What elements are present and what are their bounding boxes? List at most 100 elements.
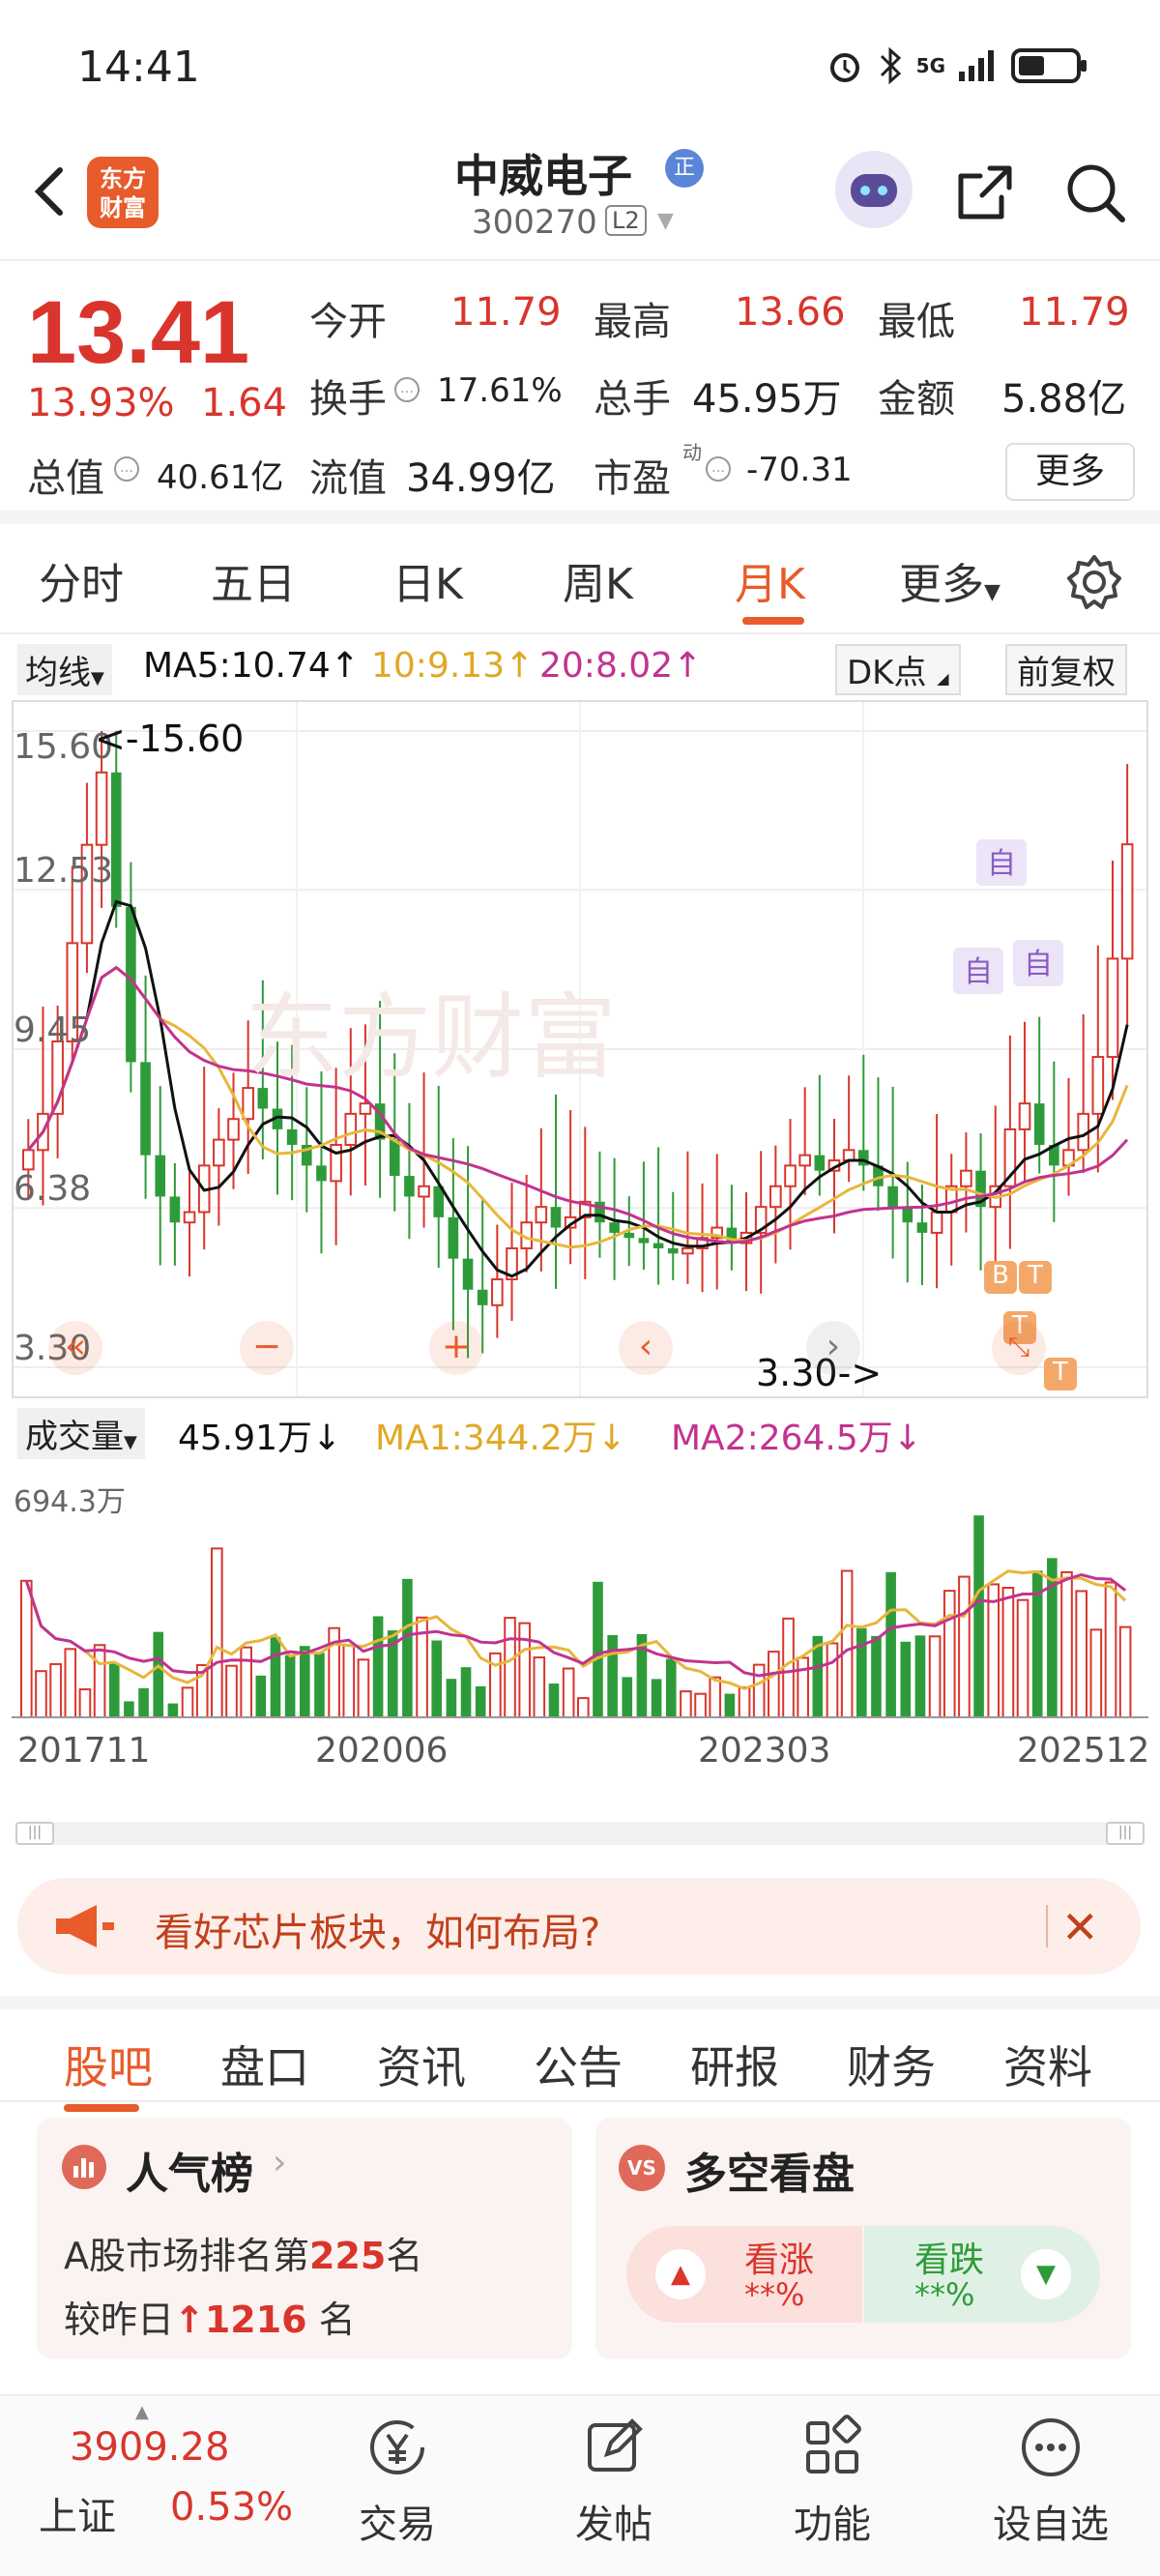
vote-up-label: 看涨 [744,2240,815,2280]
volume-bar [255,1675,267,1717]
self-select-marker[interactable]: 自 [953,948,1003,994]
scroll-left-button[interactable]: ‹ [619,1321,673,1375]
tab-five-day[interactable]: 五日 [211,549,296,611]
mktcap-info-icon[interactable]: … [114,456,139,482]
index-change[interactable]: 0.53% [170,2485,293,2530]
tab-orderbook[interactable]: 盘口 [220,2033,309,2096]
tab-monthly-k[interactable]: 月K [735,549,805,611]
self-select-marker[interactable]: 自 [976,839,1027,886]
open-label: 今开 [309,300,387,344]
volume-bar [35,1670,47,1718]
nav-add-watchlist[interactable]: 设自选 [978,2414,1123,2549]
nav-trade[interactable]: 交易 [325,2414,470,2549]
amount-label: 金额 [878,377,955,422]
app-logo[interactable]: 东方 财富 [87,157,159,228]
kline-chart[interactable]: 东方财富 15.60 12.53 9.45 6.38 3.30 <-15.60 3.30… [12,700,1148,1398]
adjust-button[interactable]: 前复权 [1005,644,1127,695]
tab-more[interactable]: 更多▼ [899,549,1000,611]
candle [1091,1056,1105,1115]
rewind-button[interactable]: « [48,1321,102,1375]
rank-change-suffix: 名 [306,2298,356,2341]
rank-suffix: 名 [386,2235,423,2277]
tab-news[interactable]: 资讯 [377,2033,466,2096]
volume-bar [665,1658,677,1717]
zoom-out-button[interactable]: − [240,1321,294,1375]
back-arrow-icon[interactable] [23,162,81,220]
candle [609,1222,620,1233]
tab-intraday[interactable]: 分时 [39,549,124,611]
trade-marker[interactable]: T [1019,1261,1052,1294]
volume-bar [694,1692,707,1718]
tab-daily-k[interactable]: 日K [392,549,463,611]
tab-forum[interactable]: 股吧 [64,2033,153,2096]
turnover-info-icon[interactable]: … [394,377,420,402]
candle [491,1278,504,1306]
index-value[interactable]: 3909.28 [70,2425,229,2470]
close-icon[interactable]: ✕ [1061,1901,1099,1953]
dk-point-button[interactable]: DK点 ◢ [835,644,961,695]
tab-research[interactable]: 研报 [690,2033,779,2096]
network-label: 5G [915,54,945,77]
vs-icon: VS [619,2145,665,2191]
tab-weekly-k[interactable]: 周K [563,549,633,611]
nav-functions[interactable]: 功能 [760,2414,905,2549]
search-icon[interactable] [1061,159,1129,226]
vote-up-button[interactable]: ▲ 看涨 **% [626,2226,862,2323]
vote-down-button[interactable]: 看跌 **% ▼ [864,2226,1100,2323]
amount-value: 5.88亿 [1001,377,1127,422]
volume-chart[interactable]: 694.3万 [12,1464,1148,1725]
ma-legend-row: 均线▼ MA5:10.74↑ 10:9.13↑ 20:8.02↑ DK点 ◢ 前… [0,638,1160,696]
self-select-marker[interactable]: 自 [1013,940,1063,986]
ai-assistant-avatar[interactable] [835,151,913,228]
stock-code[interactable]: 300270 [472,203,597,242]
level2-badge[interactable]: L2 [605,205,647,236]
volume-bar [914,1635,926,1717]
nav-post[interactable]: 发帖 [541,2414,686,2549]
volume-bar [577,1697,590,1719]
promo-banner[interactable]: 看好芯片板块，如何布局? ✕ [17,1878,1141,1975]
candle [344,1112,358,1146]
tab-announcements[interactable]: 公告 [534,2033,623,2096]
share-icon[interactable] [951,159,1019,226]
range-handle-left[interactable]: ||| [15,1822,54,1845]
sentiment-title: 多空看盘 [684,2150,855,2199]
zoom-in-button[interactable]: + [429,1321,483,1375]
chart-bar-icon [62,2145,106,2189]
ma-selector[interactable]: 均线▼ [17,644,112,695]
popularity-card[interactable]: 人气榜 › A股市场排名第225名 较昨日↑1216 名 [37,2118,572,2359]
volume-bar [885,1571,896,1717]
volume-bar [270,1637,281,1717]
fullscreen-button[interactable]: ⤡ [992,1321,1046,1375]
gear-icon[interactable] [1063,551,1125,613]
more-quote-button[interactable]: 更多 [1005,443,1135,501]
caret-up-icon[interactable]: ▲ [135,2402,149,2422]
buy-marker[interactable]: B [984,1261,1017,1294]
tab-profile[interactable]: 资料 [1003,2033,1092,2096]
candle [550,1207,562,1228]
volume-bar [1104,1581,1117,1719]
volume-bar [475,1685,486,1717]
high-label: 最高 [594,300,671,344]
range-scrollbar[interactable]: ||| ||| [15,1822,1145,1845]
volume-bar [211,1547,223,1718]
status-bar: 14:41 5G [0,0,1160,135]
index-name[interactable]: 上证 [39,2485,116,2541]
corner-triangle-icon: ◢ [937,669,949,688]
volume-bar [607,1634,618,1717]
volume-bar [548,1683,560,1717]
volume-bar [300,1646,310,1717]
caret-down-icon[interactable]: ▼ [657,209,674,233]
tab-financials[interactable]: 财务 [847,2033,936,2096]
trade-marker[interactable]: T [1044,1358,1077,1390]
status-time: 14:41 [77,43,200,92]
volume-selector[interactable]: 成交量▼ [17,1408,145,1459]
range-handle-right[interactable]: ||| [1106,1822,1145,1845]
date-axis: 201711 202006 202303 202512 [0,1731,1160,1779]
volume-bar [1075,1590,1088,1718]
candle [22,1149,35,1171]
scroll-right-button[interactable]: › [806,1321,860,1375]
rank-change-line: 较昨日↑1216 名 [64,2290,356,2343]
volume-bar [284,1654,296,1717]
status-icons: 5G [826,46,1088,85]
pe-info-icon[interactable]: … [706,456,731,482]
